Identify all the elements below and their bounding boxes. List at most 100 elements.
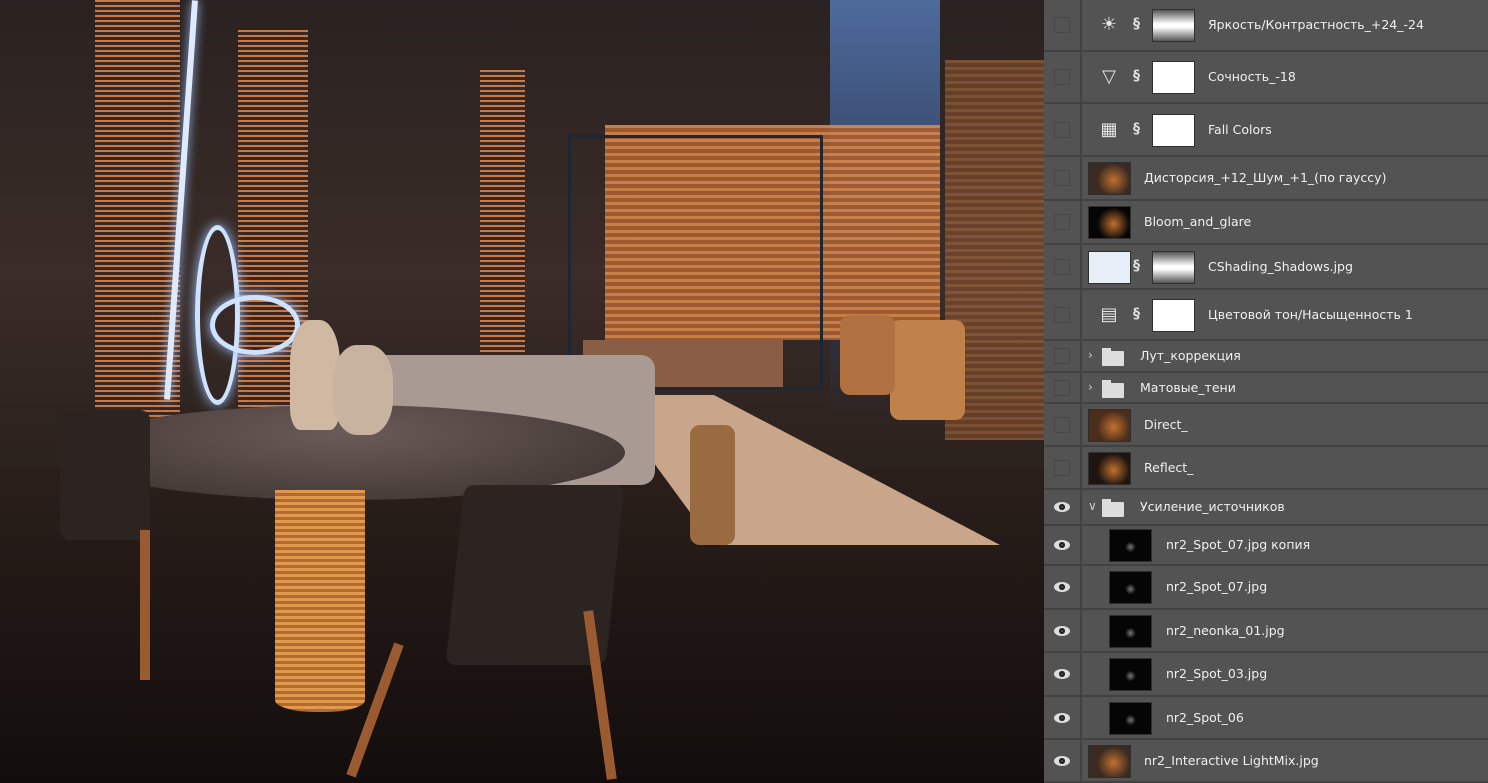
visibility-toggle[interactable] xyxy=(1044,653,1082,695)
layer-name: nr2_Spot_06 xyxy=(1166,709,1244,725)
layer-thumbnail[interactable] xyxy=(1109,571,1152,604)
visibility-toggle[interactable] xyxy=(1044,52,1082,102)
eye-icon xyxy=(1054,712,1070,723)
chevron-right-icon[interactable]: › xyxy=(1088,380,1093,394)
layer-thumbnail[interactable] xyxy=(1109,614,1152,648)
layer-row[interactable]: Direct_ xyxy=(1044,404,1488,447)
link-icon[interactable]: § xyxy=(1133,68,1140,84)
layer-name: Матовые_тени xyxy=(1140,379,1236,395)
layer-name: Яркость/Контрастность_+24_-24 xyxy=(1208,17,1424,32)
layer-row[interactable]: nr2_neonka_01.jpg xyxy=(1044,610,1488,653)
visibility-toggle[interactable] xyxy=(1044,490,1082,524)
layer-row[interactable]: nr2_Interactive LightMix.jpg xyxy=(1044,740,1488,783)
render-preview xyxy=(0,0,1044,783)
visibility-box xyxy=(1054,258,1070,275)
visibility-box xyxy=(1054,17,1070,33)
bed-frame xyxy=(568,135,823,390)
visibility-box xyxy=(1054,121,1070,138)
eye-icon xyxy=(1054,755,1070,766)
layer-row[interactable]: › Матовые_тени xyxy=(1044,373,1488,404)
eye-icon xyxy=(1054,625,1070,636)
chevron-right-icon[interactable]: › xyxy=(1088,348,1093,362)
layer-row[interactable]: Дисторсия_+12_Шум_+1_(по гауссу) xyxy=(1044,157,1488,201)
layer-row[interactable]: § CShading_Shadows.jpg xyxy=(1044,245,1488,290)
layer-row[interactable]: nr2_Spot_03.jpg xyxy=(1044,653,1488,697)
visibility-toggle[interactable] xyxy=(1044,290,1082,339)
layer-row[interactable]: nr2_Spot_07.jpg xyxy=(1044,566,1488,610)
layer-name: Усиление_источников xyxy=(1140,499,1285,514)
visibility-toggle[interactable] xyxy=(1044,104,1082,155)
layer-row[interactable]: Bloom_and_glare xyxy=(1044,201,1488,245)
visibility-toggle[interactable] xyxy=(1044,201,1082,243)
eye-icon xyxy=(1054,502,1070,512)
chair xyxy=(445,485,625,665)
visibility-toggle[interactable] xyxy=(1044,610,1082,651)
layer-row[interactable]: Reflect_ xyxy=(1044,447,1488,490)
visibility-toggle[interactable] xyxy=(1044,245,1082,288)
visibility-toggle[interactable] xyxy=(1044,740,1082,781)
vase xyxy=(333,345,393,435)
layers-panel: ☀ § Яркость/Контрастность_+24_-24 ▽ § Сочност… xyxy=(1044,0,1488,783)
layer-thumbnail[interactable] xyxy=(1088,744,1131,778)
visibility-box xyxy=(1054,348,1070,364)
visibility-toggle[interactable] xyxy=(1044,697,1082,738)
layer-row[interactable]: ▽ § Сочность_-18 xyxy=(1044,52,1488,104)
layer-mask-thumbnail[interactable] xyxy=(1152,113,1195,147)
visibility-box xyxy=(1054,379,1070,396)
visibility-toggle[interactable] xyxy=(1044,526,1082,564)
visibility-box xyxy=(1054,170,1070,186)
layer-row[interactable]: ∨ Усиление_источников xyxy=(1044,490,1488,526)
link-icon[interactable]: § xyxy=(1133,306,1140,322)
layer-name: nr2_Interactive LightMix.jpg xyxy=(1144,752,1319,768)
window-blinds xyxy=(480,70,525,370)
folder-icon xyxy=(1102,348,1124,366)
layer-mask-thumbnail[interactable] xyxy=(1152,250,1195,284)
visibility-box xyxy=(1054,214,1070,230)
layer-mask-thumbnail[interactable] xyxy=(1152,61,1195,94)
layer-name: Bloom_and_glare xyxy=(1144,214,1252,229)
chair xyxy=(690,425,735,545)
visibility-toggle[interactable] xyxy=(1044,341,1082,371)
visibility-box xyxy=(1054,416,1070,433)
layer-name: nr2_Spot_07.jpg xyxy=(1166,579,1268,594)
layer-thumbnail[interactable] xyxy=(1088,162,1131,195)
color-lookup-icon: ▦ xyxy=(1100,118,1118,140)
table-base xyxy=(275,490,365,712)
layer-name: Лут_коррекция xyxy=(1140,348,1241,363)
link-icon[interactable]: § xyxy=(1133,121,1140,137)
visibility-box xyxy=(1054,459,1070,476)
visibility-toggle[interactable] xyxy=(1044,0,1082,50)
layer-mask-thumbnail[interactable] xyxy=(1152,298,1195,332)
layer-thumbnail[interactable] xyxy=(1109,658,1152,691)
layer-name: Reflect_ xyxy=(1144,459,1194,475)
layer-thumbnail[interactable] xyxy=(1109,701,1152,735)
layer-thumbnail[interactable] xyxy=(1088,250,1131,284)
layer-row[interactable]: ▤ § Цветовой тон/Насыщенность 1 xyxy=(1044,290,1488,341)
layer-name: nr2_neonka_01.jpg xyxy=(1166,622,1285,638)
link-icon[interactable]: § xyxy=(1133,258,1140,274)
layer-thumbnail[interactable] xyxy=(1088,408,1131,442)
layer-row[interactable]: ☀ § Яркость/Контрастность_+24_-24 xyxy=(1044,0,1488,52)
visibility-toggle[interactable] xyxy=(1044,373,1082,402)
layer-row[interactable]: nr2_Spot_06 xyxy=(1044,697,1488,740)
visibility-toggle[interactable] xyxy=(1044,566,1082,608)
visibility-toggle[interactable] xyxy=(1044,447,1082,488)
layer-name: Цветовой тон/Насыщенность 1 xyxy=(1208,306,1413,322)
layer-thumbnail[interactable] xyxy=(1088,451,1131,485)
layer-row[interactable]: ▦ § Fall Colors xyxy=(1044,104,1488,157)
eye-icon xyxy=(1054,582,1070,592)
layer-row[interactable]: › Лут_коррекция xyxy=(1044,341,1488,373)
visibility-toggle[interactable] xyxy=(1044,157,1082,199)
folder-icon xyxy=(1102,499,1124,517)
visibility-toggle[interactable] xyxy=(1044,404,1082,445)
layer-name: nr2_Spot_07.jpg копия xyxy=(1166,537,1311,552)
layer-name: Fall Colors xyxy=(1208,121,1272,137)
layer-thumbnail[interactable] xyxy=(1109,529,1152,562)
neon-light xyxy=(210,295,300,355)
link-icon[interactable]: § xyxy=(1133,16,1140,32)
chevron-down-icon[interactable]: ∨ xyxy=(1088,499,1097,513)
layer-thumbnail[interactable] xyxy=(1088,206,1131,239)
layer-mask-thumbnail[interactable] xyxy=(1152,9,1195,42)
layer-row[interactable]: nr2_Spot_07.jpg копия xyxy=(1044,526,1488,566)
eye-icon xyxy=(1054,669,1070,679)
